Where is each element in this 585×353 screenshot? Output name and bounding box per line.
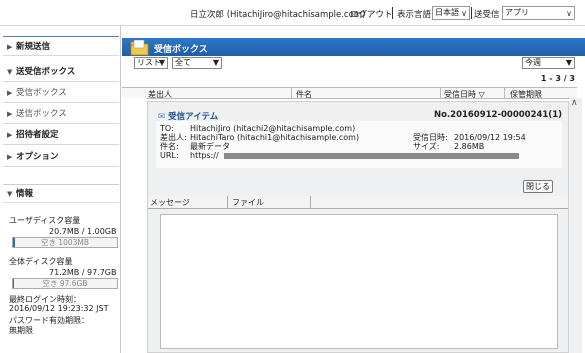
size-label: サイズ: (413, 142, 440, 151)
close-button[interactable]: 閉じる (523, 180, 553, 193)
column-subject[interactable]: 件名 (296, 89, 312, 100)
scroll-up-icon[interactable]: ∧ (571, 98, 578, 108)
user-disk-gauge-fill (13, 238, 16, 247)
table-header: 差出人 件名 受信日時 ▽ 保管期限 (122, 87, 577, 99)
tab-divider (310, 196, 311, 208)
sidebar-item-new-send[interactable]: ▶ 新規送信 (3, 36, 119, 56)
view-select[interactable]: リスト ▼ (134, 57, 168, 69)
subject-value: 最新データ (190, 142, 230, 151)
total-disk-usage: 71.2MB / 97.7GB (49, 268, 117, 277)
user-disk-usage: 20.7MB / 1.00GB (49, 227, 117, 236)
tab-message[interactable]: メッセージ (150, 197, 190, 208)
main-panel: 受信ボックス リスト ▼ 全て ▼ 今週 ▼ 1 - 3 / 3 差出人 件名 … (122, 26, 585, 353)
chevron-down-icon: ∨ (461, 9, 467, 18)
top-header: 日立次郎 (HitachiJiro@hitachisample.com) ログア… (0, 0, 585, 26)
total-disk-gauge: 空き 97.6GB (12, 278, 118, 289)
chevron-right-icon: ▶ (7, 43, 13, 51)
masked-url (224, 153, 519, 159)
received-label: 受信日時: (413, 133, 448, 142)
toolbar: リスト ▼ 全て ▼ 今週 ▼ (122, 56, 585, 70)
info-panel: ▼ 情報 ユーザディスク容量 20.7MB / 1.00GB 空き 1003MB… (3, 184, 119, 335)
column-sender[interactable]: 差出人 (148, 89, 172, 100)
received-value: 2016/09/12 19:54 (454, 133, 526, 142)
destination-select[interactable]: アプリ ∨ (502, 6, 575, 20)
detail-fields: TO: HitachiJiro (hitachi2@hitachisample.… (156, 121, 562, 168)
detail-tabs: メッセージ ファイル (148, 196, 568, 209)
message-body[interactable] (160, 214, 558, 349)
user-disk-gauge: 空き 1003MB (12, 237, 118, 248)
row-gutter (122, 98, 146, 353)
url-label: URL: (160, 151, 179, 160)
chevron-right-icon: ▶ (7, 89, 13, 97)
inbox-folder-icon (130, 40, 149, 56)
chevron-down-icon: ▼ (7, 68, 13, 76)
title-bar: 受信ボックス (122, 38, 585, 56)
sidebar: ▶ 新規送信 ▼ 送受信ボックス ▶ 受信ボックス ▶ 送信ボックス ▶ 招待者… (0, 26, 121, 353)
user-name: 日立次郎 (HitachiJiro@hitachisample.com) (190, 10, 366, 20)
column-divider (291, 88, 292, 99)
filter-select[interactable]: 全て ▼ (172, 57, 222, 69)
chevron-down-icon: ∨ (566, 9, 572, 18)
from-label: 差出人: (160, 133, 187, 142)
tab-file[interactable]: ファイル (232, 197, 264, 208)
column-received[interactable]: 受信日時 ▽ (444, 89, 485, 100)
user-disk-label: ユーザディスク容量 (9, 216, 81, 225)
sidebar-item-options[interactable]: ▶ オプション (3, 147, 119, 167)
destination-label: 送受信 (474, 10, 500, 20)
sidebar-item-invitee-settings[interactable]: ▶ 招待者設定 (3, 125, 119, 145)
item-count: 1 - 3 / 3 (540, 74, 575, 83)
password-expiry-value: 無期限 (9, 326, 33, 335)
chevron-right-icon: ▶ (7, 153, 13, 161)
info-header[interactable]: ▼ 情報 (3, 185, 119, 203)
tab-divider (227, 196, 228, 208)
total-disk-gauge-fill (13, 279, 15, 288)
column-divider (440, 88, 441, 99)
page-title: 受信ボックス (154, 45, 208, 55)
scrollbar[interactable]: ∧ (569, 98, 582, 353)
separator (471, 7, 472, 19)
column-retention[interactable]: 保管期限 (510, 89, 542, 100)
last-login-value: 2016/09/12 19:23:32 JST (9, 304, 109, 313)
total-disk-label: 全体ディスク容量 (9, 257, 73, 266)
chevron-down-icon: ▼ (565, 58, 572, 67)
message-number: No.20160912-00000241(1) (433, 110, 562, 120)
chevron-down-icon: ▼ (158, 58, 165, 67)
chevron-right-icon: ▶ (7, 110, 13, 118)
sidebar-item-send-receive-box[interactable]: ▼ 送受信ボックス (3, 62, 119, 82)
language-label: 表示言語 (397, 10, 432, 20)
subject-label: 件名: (160, 142, 179, 151)
separator (392, 7, 393, 19)
from-value: HitachiTaro (hitachi1@hitachisample.com) (190, 133, 360, 142)
chevron-right-icon: ▶ (7, 131, 13, 139)
period-select[interactable]: 今週 ▼ (522, 57, 575, 69)
sidebar-item-inbox[interactable]: ▶ 受信ボックス (3, 83, 119, 103)
logout-link[interactable]: ログアウト (350, 8, 393, 20)
chevron-down-icon: ▼ (7, 190, 13, 198)
chevron-down-icon: ▼ (212, 58, 219, 67)
sidebar-item-outbox[interactable]: ▶ 送信ボックス (3, 104, 119, 124)
message-detail: ✉ 受信アイテム No.20160912-00000241(1) TO: Hit… (147, 101, 569, 353)
column-divider (504, 88, 505, 99)
to-label: TO: (160, 124, 174, 133)
to-value: HitachiJiro (hitachi2@hitachisample.com) (190, 124, 356, 133)
url-value[interactable]: https:// (190, 151, 219, 160)
size-value: 2.86MB (454, 142, 485, 151)
language-select[interactable]: 日本語 ∨ (432, 6, 470, 20)
